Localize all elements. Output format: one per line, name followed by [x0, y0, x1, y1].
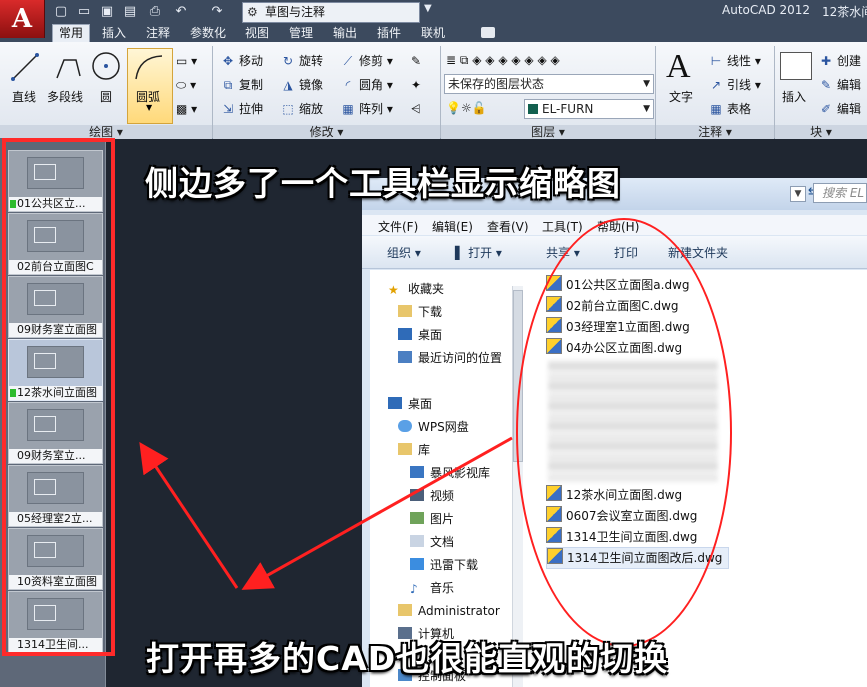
arrow-to-strip	[139, 442, 239, 589]
arrow-from-files	[241, 436, 513, 590]
annotation-bottom: 打开再多的CAD也很能直观的切换	[146, 639, 669, 678]
application-menu-button[interactable]: A	[0, 0, 45, 38]
annotation-arrows	[139, 436, 513, 590]
annotation-top: 侧边多了一个工具栏显示缩略图	[145, 164, 621, 203]
